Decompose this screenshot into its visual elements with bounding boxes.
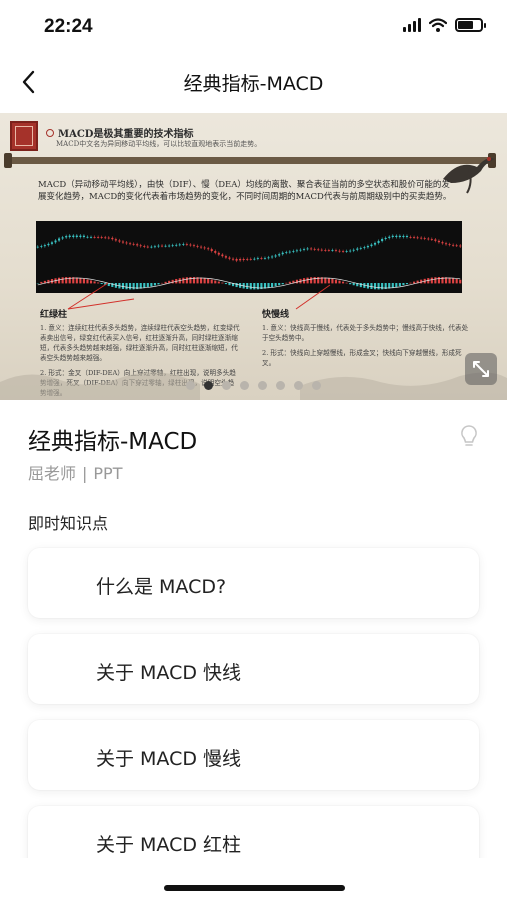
knowledge-item[interactable]: 什么是 MACD? (28, 548, 479, 618)
meta-separator: | (82, 464, 88, 483)
mountain-decoration (0, 372, 507, 400)
label-histogram: 红绿柱 (40, 310, 68, 320)
bottom-safe-area (0, 858, 507, 900)
pager-dot[interactable] (276, 381, 285, 390)
wifi-icon (429, 18, 447, 32)
pager-dot[interactable] (258, 381, 267, 390)
expand-icon (473, 361, 489, 377)
pager-dot[interactable] (186, 381, 195, 390)
knowledge-list: 什么是 MACD? 关于 MACD 快线 关于 MACD 慢线 关于 MACD … (28, 548, 479, 892)
pager-dot[interactable] (312, 381, 321, 390)
knowledge-item-label: 关于 MACD 慢线 (96, 748, 242, 770)
lightbulb-button[interactable] (459, 424, 479, 448)
carousel-pager (186, 381, 321, 390)
signal-icon (403, 18, 421, 32)
note-item: 1. 意义：连续红柱代表多头趋势，连续绿柱代表空头趋势，红变绿代表卖出信号，绿变… (40, 324, 240, 362)
course-meta: 屈老师 | PPT (28, 460, 122, 484)
page-title: 经典指标-MACD (183, 73, 324, 95)
pager-dot[interactable] (240, 381, 249, 390)
battery-icon (455, 18, 486, 32)
knowledge-item-label: 关于 MACD 红柱 (96, 834, 242, 856)
lightbulb-icon (461, 425, 477, 446)
status-bar: 22:24 (0, 0, 507, 56)
status-icons (403, 18, 486, 32)
knowledge-item-label: 什么是 MACD? (96, 576, 227, 598)
nav-bar: 经典指标-MACD (0, 56, 507, 108)
pager-dot[interactable] (294, 381, 303, 390)
knowledge-item[interactable]: 关于 MACD 快线 (28, 634, 479, 704)
teacher-name: 屈老师 (28, 464, 77, 483)
label-fast-slow-lines: 快慢线 (262, 310, 290, 320)
knowledge-item-label: 关于 MACD 快线 (96, 662, 242, 684)
pager-dot[interactable] (222, 381, 231, 390)
section-title: 即时知识点 (28, 514, 109, 533)
status-time: 22:24 (44, 16, 93, 37)
pager-dot[interactable] (204, 381, 213, 390)
note-item: 1. 意义：快线高于慢线，代表处于多头趋势中；慢线高于快线，代表处于空头趋势中。 (262, 324, 469, 342)
course-title: 经典指标-MACD (28, 429, 198, 455)
slide-carousel[interactable]: MACD是极其重要的技术指标 MACD中文名为异同移动平均线，可以比较直观地表示… (0, 113, 507, 400)
fullscreen-button[interactable] (465, 353, 497, 385)
knowledge-item[interactable]: 关于 MACD 慢线 (28, 720, 479, 790)
home-indicator[interactable] (164, 885, 345, 891)
course-type: PPT (93, 464, 123, 483)
